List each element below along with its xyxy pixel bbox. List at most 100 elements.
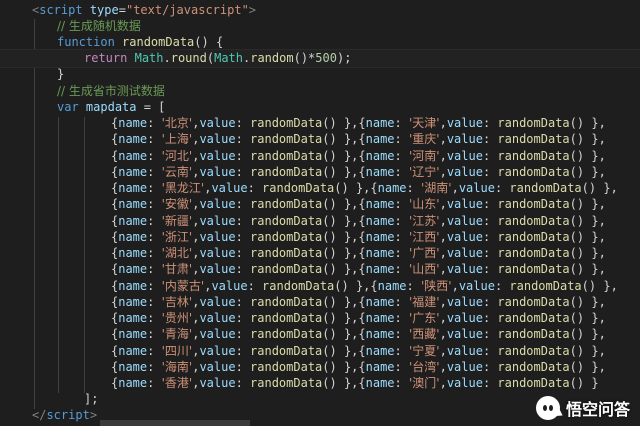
- province-name-string: '新疆': [161, 213, 193, 228]
- function-call-token: randomData: [250, 262, 323, 277]
- key-token: name: [365, 246, 395, 260]
- function-call-token: randomData: [497, 376, 570, 390]
- function-name-token: randomData: [122, 35, 195, 49]
- method-token: round: [170, 51, 207, 65]
- province-name-string: '北京': [161, 116, 193, 130]
- function-call-token: randomData: [250, 213, 323, 228]
- key-token: value: [458, 181, 495, 195]
- function-call-token: randomData: [250, 164, 323, 179]
- province-name-string: '重庆': [408, 132, 440, 147]
- key-token: name: [365, 359, 395, 374]
- province-name-string: '西藏': [408, 327, 440, 342]
- punctuation-token: () {: [194, 35, 224, 49]
- key-token: name: [377, 278, 407, 293]
- function-call-token: randomData: [250, 359, 323, 374]
- key-token: value: [446, 213, 483, 228]
- punctuation-token: = [: [136, 100, 166, 114]
- object-token: Math: [134, 51, 164, 65]
- watermark: 悟空问答: [535, 396, 630, 420]
- function-call-token: randomData: [497, 246, 570, 260]
- mapdata-entry-line: {name: '新疆',value: randomData() },{name:…: [111, 213, 606, 228]
- key-token: value: [211, 181, 248, 195]
- comment-line: // 生成随机数据: [57, 19, 141, 33]
- province-name-string: '吉林': [161, 294, 193, 309]
- function-call-token: randomData: [497, 116, 570, 130]
- function-call-token: randomData: [509, 278, 582, 293]
- province-name-string: '山东': [408, 197, 440, 212]
- key-token: value: [446, 294, 483, 309]
- function-call-token: randomData: [497, 294, 570, 309]
- key-token: name: [365, 213, 395, 228]
- indent-guide: [58, 117, 59, 393]
- object-token: Math: [214, 51, 243, 65]
- key-token: value: [446, 164, 483, 179]
- key-token: value: [446, 132, 483, 147]
- indent-guide: [34, 19, 35, 409]
- function-call-token: randomData: [509, 181, 582, 195]
- province-name-string: '广西': [408, 246, 440, 260]
- function-call-token: randomData: [497, 311, 570, 325]
- key-token: value: [446, 246, 483, 260]
- comment-line: // 生成省市测试数据: [57, 84, 165, 98]
- bracket-token: >: [89, 408, 98, 422]
- key-token: name: [365, 148, 395, 163]
- key-token: value: [199, 132, 236, 147]
- key-token: name: [365, 311, 395, 325]
- obscured-line-fragment: [100, 420, 250, 426]
- key-token: value: [446, 359, 483, 374]
- province-name-string: '湖南': [420, 181, 452, 195]
- key-token: value: [199, 246, 236, 260]
- province-name-string: '宁夏': [408, 343, 440, 358]
- mapdata-entry-line: {name: '云南',value: randomData() },{name:…: [111, 164, 606, 179]
- key-token: name: [365, 164, 395, 179]
- province-name-string: '云南': [161, 164, 193, 179]
- province-name-string: '山西': [408, 262, 440, 277]
- mapdata-entry-line: {name: '北京',value: randomData() },{name:…: [111, 116, 606, 130]
- key-token: value: [199, 197, 236, 212]
- province-name-string: '黑龙江': [161, 181, 205, 195]
- function-call-token: randomData: [250, 246, 323, 260]
- key-token: value: [199, 164, 236, 179]
- key-token: name: [365, 262, 395, 277]
- mapdata-entry-line: {name: '青海',value: randomData() },{name:…: [111, 327, 606, 342]
- mapdata-entry-line: {name: '黑龙江',value: randomData() },{name…: [111, 181, 618, 195]
- key-token: value: [199, 148, 236, 163]
- mapdata-entry-line: {name: '甘肃',value: randomData() },{name:…: [111, 262, 606, 277]
- province-name-string: '江苏': [408, 213, 440, 228]
- mapdata-entry-line: {name: '贵州',value: randomData() },{name:…: [111, 311, 606, 325]
- key-token: name: [118, 132, 148, 147]
- province-name-string: '天津': [408, 116, 440, 130]
- key-token: value: [446, 311, 483, 325]
- province-name-string: '福建': [408, 294, 440, 309]
- key-token: value: [199, 262, 236, 277]
- function-call-token: randomData: [497, 197, 570, 212]
- province-name-string: '河北': [161, 148, 193, 163]
- bracket-token: >: [248, 3, 257, 17]
- key-token: value: [199, 213, 236, 228]
- tag-token: script: [46, 408, 90, 422]
- key-token: name: [118, 343, 148, 358]
- code-line: function randomData() {: [57, 34, 223, 50]
- function-call-token: randomData: [250, 229, 323, 244]
- key-token: value: [199, 229, 236, 244]
- key-token: name: [365, 197, 395, 212]
- function-call-token: randomData: [250, 132, 323, 147]
- key-token: value: [211, 278, 248, 293]
- key-token: name: [118, 262, 148, 277]
- function-call-token: randomData: [497, 359, 570, 374]
- province-name-string: '内蒙古': [161, 278, 205, 293]
- province-name-string: '上海': [161, 132, 193, 147]
- function-call-token: randomData: [250, 343, 323, 358]
- key-token: name: [365, 132, 395, 147]
- variable-token: mapdata: [85, 100, 137, 114]
- code-editor[interactable]: <script type="text/javascript"> // 生成随机数…: [0, 0, 640, 426]
- mapdata-entry-line: {name: '内蒙古',value: randomData() },{name…: [111, 278, 618, 293]
- watermark-text: 悟空问答: [565, 400, 630, 419]
- province-name-string: '陕西': [420, 278, 452, 293]
- key-token: value: [199, 116, 236, 130]
- function-call-token: randomData: [250, 311, 323, 325]
- key-token: value: [199, 359, 236, 374]
- bracket-token: </: [32, 408, 47, 422]
- province-name-string: '台湾': [408, 359, 440, 374]
- province-name-string: '湖北': [161, 246, 193, 260]
